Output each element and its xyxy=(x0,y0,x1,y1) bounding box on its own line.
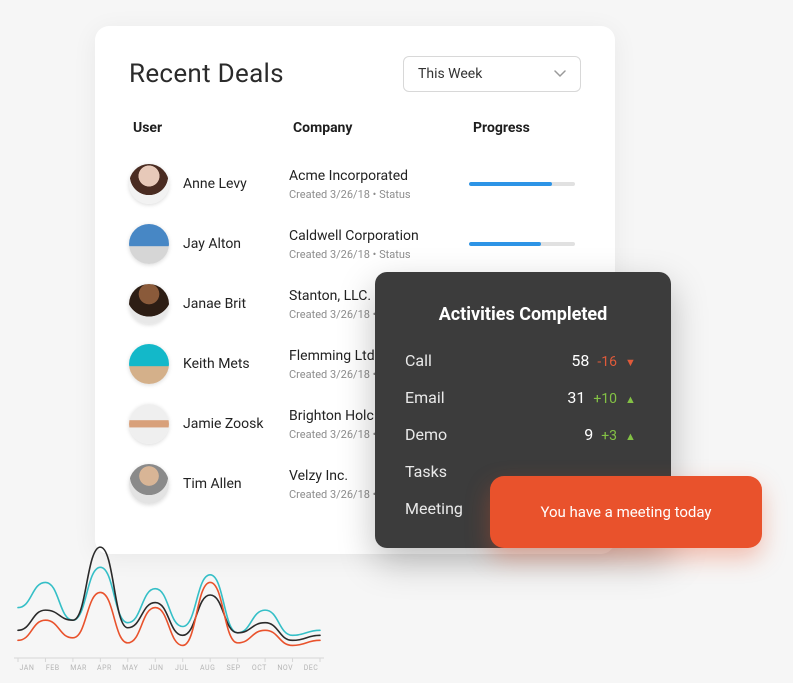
month-label: JUL xyxy=(169,664,195,672)
mini-line-chart xyxy=(14,526,324,672)
month-label: OCT xyxy=(246,664,272,672)
company-cell: Acme Incorporated Created 3/26/18 • Statu… xyxy=(289,168,469,201)
month-label: JAN xyxy=(14,664,40,672)
avatar xyxy=(129,224,169,264)
chevron-down-icon xyxy=(554,70,566,78)
month-label: NOV xyxy=(272,664,298,672)
user-name: Anne Levy xyxy=(183,176,247,192)
avatar xyxy=(129,344,169,384)
notification-text: You have a meeting today xyxy=(540,503,711,521)
mini-chart-months: JANFEBMARAPRMAYJUNJULAUGSEPOCTNOVDEC xyxy=(14,664,324,672)
col-company: Company xyxy=(293,120,473,136)
activity-delta: +3 xyxy=(601,428,617,444)
activity-value: 58 xyxy=(571,351,589,370)
activity-row: Demo 9 +3 ▲ xyxy=(405,425,641,444)
activity-label: Email xyxy=(405,388,559,407)
avatar xyxy=(129,164,169,204)
table-row[interactable]: Jay Alton Caldwell Corporation Created 3/2… xyxy=(129,214,581,274)
activity-delta: -16 xyxy=(597,354,617,370)
date-range-select[interactable]: This Week xyxy=(403,56,581,92)
month-label: AUG xyxy=(195,664,221,672)
trend-up-icon: ▲ xyxy=(625,430,641,443)
deals-title: Recent Deals xyxy=(129,59,284,89)
table-row[interactable]: Anne Levy Acme Incorporated Created 3/26/1… xyxy=(129,154,581,214)
trend-up-icon: ▲ xyxy=(625,393,641,406)
avatar xyxy=(129,464,169,504)
user-name: Janae Brit xyxy=(183,296,246,312)
activity-label: Demo xyxy=(405,425,576,444)
activities-title: Activities Completed xyxy=(405,304,641,325)
col-progress: Progress xyxy=(473,120,581,136)
month-label: MAR xyxy=(66,664,92,672)
activity-delta: +10 xyxy=(593,391,617,407)
user-cell: Janae Brit xyxy=(129,284,289,324)
user-cell: Tim Allen xyxy=(129,464,289,504)
user-name: Jamie Zoosk xyxy=(183,416,263,432)
month-label: MAY xyxy=(117,664,143,672)
progress-bar xyxy=(469,182,575,186)
user-cell: Jay Alton xyxy=(129,224,289,264)
activity-row: Email 31 +10 ▲ xyxy=(405,388,641,407)
company-name: Caldwell Corporation xyxy=(289,228,469,244)
activity-label: Call xyxy=(405,351,563,370)
trend-down-icon: ▼ xyxy=(625,356,641,369)
activity-row: Call 58 -16 ▼ xyxy=(405,351,641,370)
avatar xyxy=(129,284,169,324)
meeting-notification[interactable]: You have a meeting today xyxy=(490,476,762,548)
activity-value: 9 xyxy=(584,425,593,444)
user-name: Keith Mets xyxy=(183,356,250,372)
company-meta: Created 3/26/18 • Status xyxy=(289,248,469,261)
col-user: User xyxy=(133,120,293,136)
month-label: FEB xyxy=(40,664,66,672)
company-name: Acme Incorporated xyxy=(289,168,469,184)
month-label: APR xyxy=(91,664,117,672)
user-name: Jay Alton xyxy=(183,236,241,252)
user-name: Tim Allen xyxy=(183,476,242,492)
date-range-label: This Week xyxy=(418,66,482,82)
user-cell: Keith Mets xyxy=(129,344,289,384)
user-cell: Anne Levy xyxy=(129,164,289,204)
month-label: JUN xyxy=(143,664,169,672)
company-cell: Caldwell Corporation Created 3/26/18 • St… xyxy=(289,228,469,261)
month-label: SEP xyxy=(221,664,247,672)
deals-column-headers: User Company Progress xyxy=(129,120,581,136)
progress-bar xyxy=(469,242,575,246)
month-label: DEC xyxy=(298,664,324,672)
progress-cell xyxy=(469,242,581,246)
company-meta: Created 3/26/18 • Status xyxy=(289,188,469,201)
deals-header: Recent Deals This Week xyxy=(129,56,581,92)
avatar xyxy=(129,404,169,444)
activity-value: 31 xyxy=(567,388,585,407)
progress-cell xyxy=(469,182,581,186)
user-cell: Jamie Zoosk xyxy=(129,404,289,444)
